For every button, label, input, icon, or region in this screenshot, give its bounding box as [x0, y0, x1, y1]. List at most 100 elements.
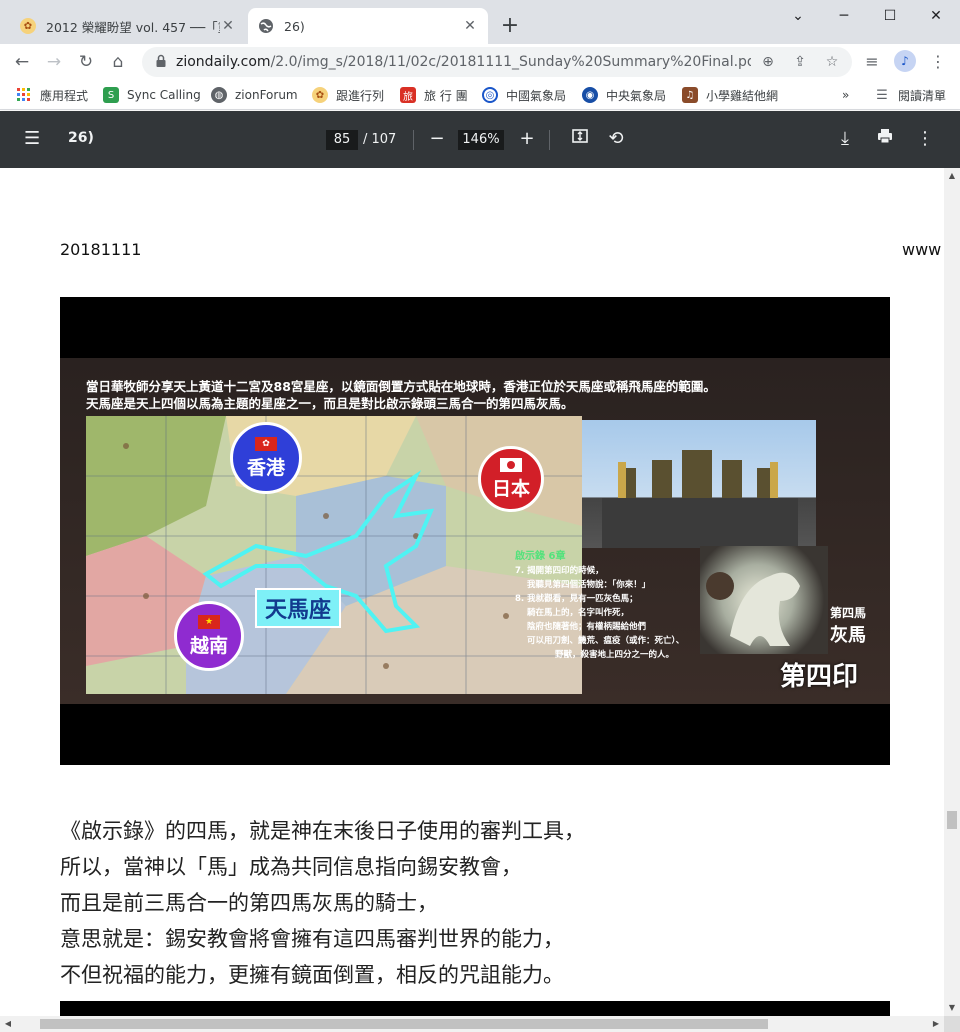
tab-active[interactable]: 26) ✕ — [248, 8, 488, 44]
scroll-right-icon[interactable]: ▶ — [928, 1016, 944, 1032]
tab-search-icon[interactable]: ⌄ — [782, 4, 814, 28]
maximize-button[interactable]: ☐ — [874, 4, 906, 28]
zoom-level-input[interactable]: 146% — [458, 130, 504, 150]
rotate-icon[interactable]: ⟲ — [604, 127, 628, 151]
more-menu-icon[interactable]: ⋮ — [926, 50, 950, 74]
body-line: 不但祝福的能力，更擁有鏡面倒置，相反的咒詛能力。 — [60, 963, 564, 987]
scroll-down-icon[interactable]: ▼ — [944, 1000, 960, 1016]
bookmark-label: 跟進行列 — [336, 88, 385, 103]
browser-window: ✿ 2012 榮耀盼望 vol. 457 ──「重 ✕ 26) ✕ + ⌄ ─ … — [0, 0, 960, 1032]
reading-list-icon: ☰ — [876, 87, 888, 103]
page-number-input[interactable]: 85 — [326, 130, 358, 150]
print-icon[interactable] — [873, 127, 897, 151]
slide-caption: 當日華牧師分享天上黃道十二宮及88宮星座，以鏡面倒置方式貼在地球時，香港正位於天… — [86, 378, 876, 412]
next-slide-image — [60, 1001, 890, 1016]
profile-avatar[interactable]: ♪ — [894, 50, 916, 72]
slide-caption-line: 天馬座是天上四個以馬為主題的星座之一，而且是對比啟示錄頭三馬合一的第四馬灰馬。 — [86, 396, 574, 411]
close-tab-icon[interactable]: ✕ — [220, 18, 236, 34]
vertical-scroll-thumb[interactable] — [947, 811, 957, 829]
minimize-button[interactable]: ─ — [828, 4, 860, 28]
bookmark-sync-calling[interactable]: S Sync Calling — [103, 84, 201, 106]
reading-list-label: 閱讀清單 — [898, 88, 947, 103]
zion-favicon-icon: ✿ — [20, 18, 36, 34]
scroll-left-icon[interactable]: ◀ — [0, 1016, 16, 1032]
hong-kong-label: 香港 — [246, 456, 285, 479]
pdf-toolbar: ☰ 26) 85 / 107 − 146% + ⟲ ⤓ ⋮ — [0, 111, 960, 168]
close-tab-icon[interactable]: ✕ — [462, 18, 478, 34]
reading-list[interactable]: ☰ 閱讀清單 — [874, 84, 946, 106]
fourth-horse-text: 第四馬 — [830, 606, 867, 620]
apps-grid-icon — [16, 87, 32, 103]
sync-calling-icon: S — [103, 87, 119, 103]
bookmark-label: Sync Calling — [127, 88, 201, 102]
tab-inactive[interactable]: ✿ 2012 榮耀盼望 vol. 457 ──「重 ✕ — [10, 8, 246, 44]
star-map: ✿ 香港 日本 ★ 越南 — [86, 416, 582, 694]
share-icon[interactable]: ⇪ — [788, 50, 812, 74]
bookmark-zionforum[interactable]: ◍ zionForum — [211, 84, 298, 106]
home-button[interactable]: ⌂ — [106, 50, 130, 74]
bookmarks-bar: 應用程式 S Sync Calling ◍ zionForum ✿ 跟進行列 旅… — [0, 80, 960, 110]
quadriga-photo — [582, 420, 816, 548]
hk-flag-icon: ✿ — [255, 436, 277, 451]
hamburger-menu-icon[interactable]: ☰ — [24, 129, 44, 149]
guitar-icon: ♫ — [682, 87, 698, 103]
slide-content: 當日華牧師分享天上黃道十二宮及88宮星座，以鏡面倒置方式貼在地球時，香港正位於天… — [60, 358, 890, 704]
fit-to-page-icon[interactable] — [568, 127, 592, 151]
horizontal-scrollbar[interactable]: ◀ ▶ — [0, 1016, 944, 1032]
url-text[interactable]: ziondaily.com/2.0/img_s/2018/11/02c/2018… — [176, 47, 751, 77]
zoom-icon[interactable]: ⊕ — [756, 50, 780, 74]
close-window-button[interactable]: ✕ — [920, 4, 952, 28]
url-host: ziondaily.com — [176, 54, 271, 70]
fourth-seal-label: 第四印 — [780, 662, 859, 692]
travel-icon: 旅 — [400, 87, 416, 103]
bookmark-label: 旅 行 團 — [424, 88, 468, 103]
pdf-document-title: 26) — [68, 130, 94, 146]
vietnam-flag-icon: ★ — [198, 614, 220, 629]
new-tab-button[interactable]: + — [498, 14, 522, 38]
lock-icon — [156, 54, 166, 67]
bookmark-label: 應用程式 — [40, 88, 89, 103]
bookmark-cma[interactable]: ◎ 中國氣象局 — [482, 84, 566, 106]
reload-button[interactable]: ↻ — [74, 50, 98, 74]
body-line: 而且是前三馬合一的第四馬灰馬的騎士， — [60, 891, 438, 915]
horizontal-scroll-thumb[interactable] — [40, 1019, 768, 1029]
vietnam-label: 越南 — [189, 634, 228, 657]
url-path: /2.0/img_s/2018/11/02c/20181111_Sunday%2… — [270, 54, 751, 70]
media-queue-icon[interactable]: ≡ — [860, 50, 884, 74]
bookmark-label: 中央氣象局 — [606, 88, 667, 103]
bookmark-star-icon[interactable]: ☆ — [820, 50, 844, 74]
page-date: 20181111 — [60, 240, 142, 259]
tab-title: 26) — [284, 18, 305, 34]
japan-label: 日本 — [491, 477, 530, 500]
hong-kong-bubble: ✿ 香港 — [230, 422, 302, 494]
back-button[interactable]: ← — [10, 50, 34, 74]
cma-icon: ◎ — [482, 87, 498, 103]
toolbar-divider — [413, 130, 414, 150]
pegasus-label: 天馬座 — [255, 588, 342, 628]
pdf-more-icon[interactable]: ⋮ — [913, 127, 937, 151]
bookmarks-overflow-icon[interactable]: » — [842, 84, 849, 106]
vertical-scrollbar[interactable]: ▲ ▼ — [944, 168, 960, 1016]
scroll-up-icon[interactable]: ▲ — [944, 168, 960, 184]
pdf-viewer[interactable]: 20181111 www 當日華牧師分享天上黃道十二宮及88宮星座，以鏡面倒置方… — [0, 168, 944, 1016]
globe-icon: ◍ — [211, 87, 227, 103]
slide-image: 當日華牧師分享天上黃道十二宮及88宮星座，以鏡面倒置方式貼在地球時，香港正位於天… — [60, 297, 890, 765]
globe-icon — [258, 18, 274, 34]
bookmark-apps[interactable]: 應用程式 — [16, 84, 88, 106]
japan-flag-icon — [500, 457, 522, 472]
bookmark-follow[interactable]: ✿ 跟進行列 — [312, 84, 384, 106]
zoom-in-icon[interactable]: + — [515, 127, 539, 151]
bookmark-travel[interactable]: 旅 旅 行 團 — [400, 84, 468, 106]
toolbar-divider — [549, 130, 550, 150]
tab-strip: ✿ 2012 榮耀盼望 vol. 457 ──「重 ✕ 26) ✕ + ⌄ ─ … — [0, 0, 960, 44]
page-total: / 107 — [363, 132, 397, 147]
bookmark-guitar[interactable]: ♫ 小學雞結他網 — [682, 84, 778, 106]
body-line: 所以，當神以「馬」成為共同信息指向錫安教會， — [60, 855, 522, 879]
slide-caption-line: 當日華牧師分享天上黃道十二宮及88宮星座，以鏡面倒置方式貼在地球時，香港正位於天… — [86, 379, 716, 394]
bookmark-cwb[interactable]: ◉ 中央氣象局 — [582, 84, 666, 106]
page-header-right: www — [902, 240, 942, 259]
address-bar[interactable]: ziondaily.com/2.0/img_s/2018/11/02c/2018… — [142, 47, 852, 77]
forward-button[interactable]: → — [42, 50, 66, 74]
download-icon[interactable]: ⤓ — [833, 127, 857, 151]
zoom-out-icon[interactable]: − — [425, 127, 449, 151]
